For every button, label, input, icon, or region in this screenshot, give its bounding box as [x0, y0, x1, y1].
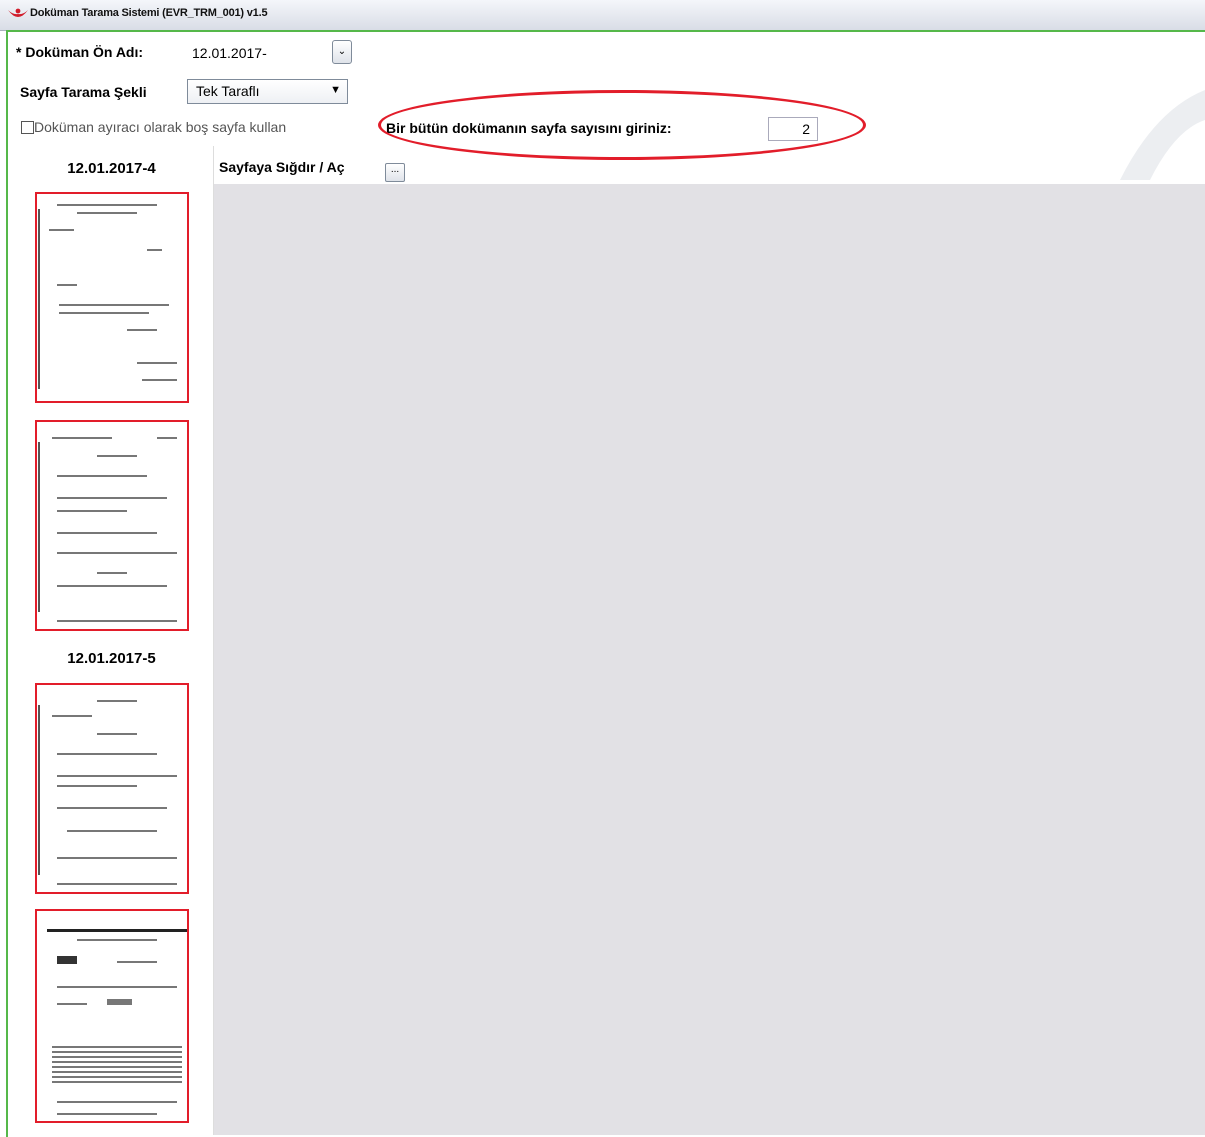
separator-label[interactable]: Doküman ayıracı olarak boş sayfa kullan	[34, 119, 286, 135]
page-thumbnail[interactable]	[35, 420, 189, 631]
prefix-value[interactable]: 12.01.2017-	[192, 45, 267, 61]
fit-open-button[interactable]: ...	[385, 163, 405, 182]
title-bar: Doküman Tarama Sistemi (EVR_TRM_001) v1.…	[0, 0, 1205, 31]
prefix-label: * Doküman Ön Adı:	[16, 44, 144, 60]
document-title[interactable]: 12.01.2017-4	[10, 160, 213, 177]
document-sidebar: 12.01.2017-4 12.01.2017-5	[10, 146, 214, 1135]
chevron-down-icon[interactable]: ⌄	[332, 40, 352, 64]
scan-mode-label: Sayfa Tarama Şekli	[20, 84, 147, 100]
scan-mode-select[interactable]: Tek Taraflı ▼	[187, 79, 348, 104]
watermark-swoosh	[1120, 90, 1205, 180]
document-title[interactable]: 12.01.2017-5	[10, 650, 213, 667]
document-viewer[interactable]	[213, 184, 1205, 1135]
fit-label: Sayfaya Sığdır / Aç	[219, 159, 345, 175]
highlight-annotation	[378, 90, 866, 160]
page-thumbnail[interactable]	[35, 683, 189, 894]
page-thumbnail[interactable]	[35, 192, 189, 403]
separator-checkbox[interactable]	[21, 121, 34, 134]
page-thumbnail[interactable]	[35, 909, 189, 1123]
chevron-down-icon[interactable]: ▼	[330, 84, 341, 96]
scan-mode-value: Tek Taraflı	[196, 83, 260, 99]
window-title: Doküman Tarama Sistemi (EVR_TRM_001) v1.…	[30, 7, 268, 19]
app-logo-icon	[8, 8, 28, 17]
prefix-combo[interactable]: 12.01.2017- ⌄	[186, 40, 362, 66]
